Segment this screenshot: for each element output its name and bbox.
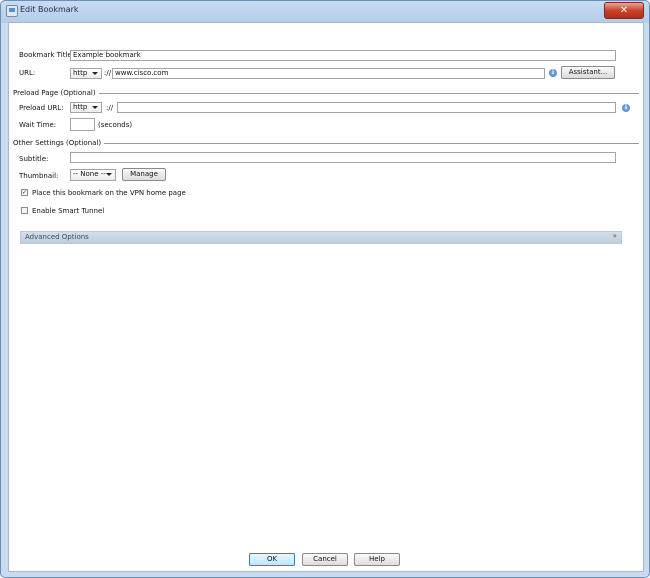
info-icon[interactable]: i [549,69,557,77]
advanced-options-label: Advanced Options [25,233,89,241]
subtitle-label: Subtitle: [19,155,49,163]
assistant-button[interactable]: Assistant... [561,66,615,79]
help-button[interactable]: Help [354,553,400,566]
url-label: URL: [19,69,36,77]
bookmark-title-label: Bookmark Title: [19,51,75,59]
preload-url-input[interactable] [117,102,616,113]
wait-time-label: Wait Time: [19,121,57,129]
advanced-options-toggle[interactable]: Advanced Options » [20,231,622,244]
subtitle-input[interactable] [70,152,616,163]
wait-time-unit: (seconds) [98,121,133,129]
place-on-home-label: Place this bookmark on the VPN home page [32,189,186,197]
url-protocol-value: http [73,69,88,77]
preload-protocol-value: http [73,103,88,111]
chevron-down-icon [92,106,98,109]
title-bar[interactable]: Edit Bookmark ✕ [1,1,649,21]
preload-section-title: Preload Page (Optional) [13,89,99,97]
preload-protocol-select[interactable]: http [70,102,102,113]
info-icon[interactable]: i [622,104,630,112]
section-divider [13,93,639,94]
other-settings-section-title: Other Settings (Optional) [13,139,105,147]
cancel-button[interactable]: Cancel [302,553,348,566]
close-button[interactable]: ✕ [604,2,644,19]
chevron-down-icon [106,173,112,176]
expand-chevron-icon: » [612,232,617,240]
preload-section-header: Preload Page (Optional) [13,89,639,97]
preload-url-separator: :// [106,104,114,112]
thumbnail-label: Thumbnail: [19,172,59,180]
manage-button[interactable]: Manage [122,168,166,181]
app-icon [6,5,18,17]
section-divider [13,143,639,144]
chevron-down-icon [92,72,98,75]
preload-url-label: Preload URL: [19,104,64,112]
dialog-content: Bookmark Title: Example bookmark URL: ht… [8,22,644,572]
ok-button[interactable]: OK [249,553,295,566]
place-on-home-checkbox[interactable]: ✓ [21,189,28,196]
smart-tunnel-checkbox[interactable] [21,207,28,214]
wait-time-input[interactable] [70,118,95,131]
thumbnail-value: -- None -- [73,170,106,178]
url-input[interactable]: www.cisco.com [112,68,545,79]
window-title: Edit Bookmark [20,5,79,14]
smart-tunnel-label: Enable Smart Tunnel [32,207,105,215]
url-protocol-select[interactable]: http [70,68,102,79]
url-separator: :// [104,69,112,77]
thumbnail-select[interactable]: -- None -- [70,169,116,181]
edit-bookmark-dialog: Edit Bookmark ✕ Bookmark Title: Example … [0,0,650,578]
other-settings-section-header: Other Settings (Optional) [13,139,639,147]
bookmark-title-input[interactable]: Example bookmark [70,50,616,61]
